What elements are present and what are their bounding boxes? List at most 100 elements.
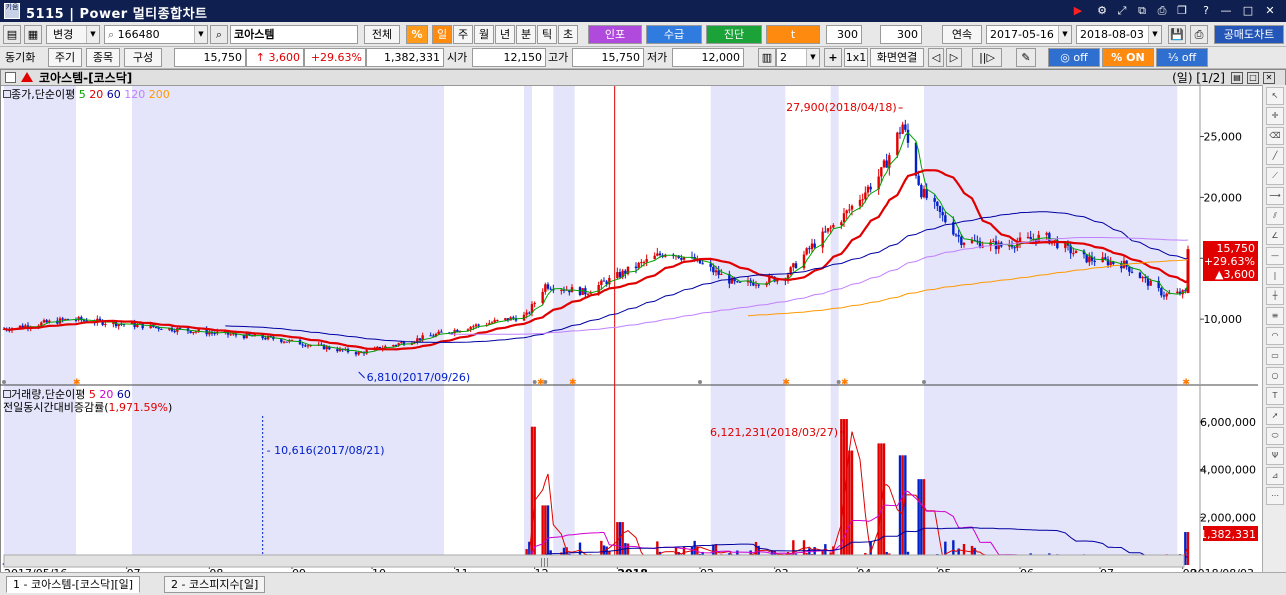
volume-bar xyxy=(850,450,854,565)
volume-tick-2: 2,000,000 xyxy=(1200,511,1256,524)
candle-body xyxy=(752,282,755,286)
ma5-label: 5 xyxy=(78,88,86,101)
candle-body xyxy=(533,303,536,305)
candle-body xyxy=(754,284,758,286)
arc-icon[interactable]: ◠ xyxy=(1266,327,1284,345)
circle-icon[interactable]: ○ xyxy=(1266,367,1284,385)
candle-body xyxy=(474,324,478,327)
candle-body xyxy=(634,266,638,269)
candle-body xyxy=(1074,250,1078,254)
legend-checkbox-icon[interactable] xyxy=(3,390,11,398)
candle-body xyxy=(680,258,683,260)
eraser-icon[interactable]: ⌫ xyxy=(1266,127,1284,145)
candle-body xyxy=(866,186,870,193)
candle-body xyxy=(842,213,846,223)
price-legend: 종가,단순이평 5 20 60 120 200 xyxy=(3,88,170,101)
stock-chart[interactable]: 25,00020,00015,00010,0006,000,0004,000,0… xyxy=(0,0,1286,595)
line-icon[interactable]: ╱ xyxy=(1266,147,1284,165)
candle-body xyxy=(1160,288,1163,296)
volume-ratio-close: ) xyxy=(167,401,173,414)
candle-body xyxy=(285,341,288,343)
candle-body xyxy=(469,327,472,330)
arrow-icon[interactable]: ➚ xyxy=(1266,407,1284,425)
shaded-band-4 xyxy=(710,86,786,565)
candle-body xyxy=(1088,256,1091,263)
text-icon[interactable]: T xyxy=(1266,387,1284,405)
event-marker-orange-5: ✱ xyxy=(1182,378,1190,388)
price-tick-3: 10,000 xyxy=(1204,313,1243,326)
candle-body xyxy=(882,160,886,168)
channel-icon[interactable]: ⫽ xyxy=(1266,207,1284,225)
vertical-line-icon[interactable]: | xyxy=(1266,267,1284,285)
candle-body xyxy=(549,288,552,290)
candle-body xyxy=(301,344,304,346)
candle-body xyxy=(826,228,830,232)
candle-body xyxy=(141,323,144,329)
trend-icon[interactable]: ⟋ xyxy=(1266,167,1284,185)
candle-body xyxy=(1138,272,1142,279)
candle-body xyxy=(98,318,102,321)
ray-icon[interactable]: ⟶ xyxy=(1266,187,1284,205)
volume-ratio-label: 전일동시간대비증감률( xyxy=(3,401,109,414)
volume-bar xyxy=(845,419,848,565)
rectangle-icon[interactable]: ▭ xyxy=(1266,347,1284,365)
cross-line-icon[interactable]: ┼ xyxy=(1266,287,1284,305)
fibonacci-icon[interactable]: ≡ xyxy=(1266,307,1284,325)
candle-body xyxy=(656,253,659,256)
candle-body xyxy=(1013,247,1016,249)
candle-body xyxy=(160,328,163,330)
candle-body xyxy=(901,124,904,134)
volume-bar xyxy=(882,443,886,565)
candle-body xyxy=(61,318,64,320)
volume-legend-title: 거래량,단순이평 xyxy=(11,388,86,401)
candle-body xyxy=(282,341,286,343)
candle-body xyxy=(280,339,283,343)
candle-body xyxy=(736,281,739,283)
price-low-annotation: 6,810(2017/09/26) xyxy=(367,371,470,384)
event-marker-grey-5 xyxy=(922,380,926,384)
candle-body xyxy=(560,289,563,291)
candle-body xyxy=(941,212,944,216)
candle-body xyxy=(658,253,662,256)
more-icon[interactable]: ⋯ xyxy=(1266,487,1284,505)
candle-body xyxy=(242,335,246,339)
candle-body xyxy=(936,201,939,207)
event-marker-orange-1: ✱ xyxy=(537,378,545,388)
candle-body xyxy=(832,225,835,228)
candle-body xyxy=(954,234,958,236)
candle-body xyxy=(1085,254,1088,263)
crosshair-icon[interactable]: ✛ xyxy=(1266,107,1284,125)
tab-chart-1[interactable]: 1 - 코아스템-[코스닥][일] xyxy=(6,576,141,593)
ma200-label: 200 xyxy=(148,88,170,101)
candle-body xyxy=(805,248,808,255)
volume-bar xyxy=(530,426,534,565)
candle-body xyxy=(477,324,480,326)
candle-body xyxy=(429,335,432,337)
candle-body xyxy=(933,198,936,202)
candle-body xyxy=(885,160,888,168)
candle-body xyxy=(616,272,619,278)
candle-body xyxy=(416,338,419,342)
gann-icon[interactable]: ⊿ xyxy=(1266,467,1284,485)
volume-ratio-value: 1,971.59% xyxy=(108,401,168,414)
pitchfork-icon[interactable]: Ψ xyxy=(1266,447,1284,465)
ma60-label: 60 xyxy=(106,88,121,101)
horizontal-line-icon[interactable]: — xyxy=(1266,247,1284,265)
tab-chart-2[interactable]: 2 - 코스피지수[일] xyxy=(164,576,266,593)
candle-body xyxy=(714,270,718,273)
candle-body xyxy=(904,124,907,130)
angle-icon[interactable]: ∠ xyxy=(1266,227,1284,245)
candle-body xyxy=(992,241,995,243)
ellipse-icon[interactable]: ⬭ xyxy=(1266,427,1284,445)
candle-body xyxy=(813,243,816,248)
event-marker-grey-0 xyxy=(2,380,6,384)
candle-body xyxy=(586,293,590,295)
legend-checkbox-icon[interactable] xyxy=(3,90,11,98)
horizontal-scrollbar xyxy=(3,554,1185,568)
candle-body xyxy=(306,345,310,347)
price-badge-pct: +29.63% xyxy=(1204,255,1255,268)
candle-body xyxy=(824,231,827,233)
candle-body xyxy=(304,345,307,347)
cursor-icon[interactable]: ↖ xyxy=(1266,87,1284,105)
candle-body xyxy=(472,326,475,328)
